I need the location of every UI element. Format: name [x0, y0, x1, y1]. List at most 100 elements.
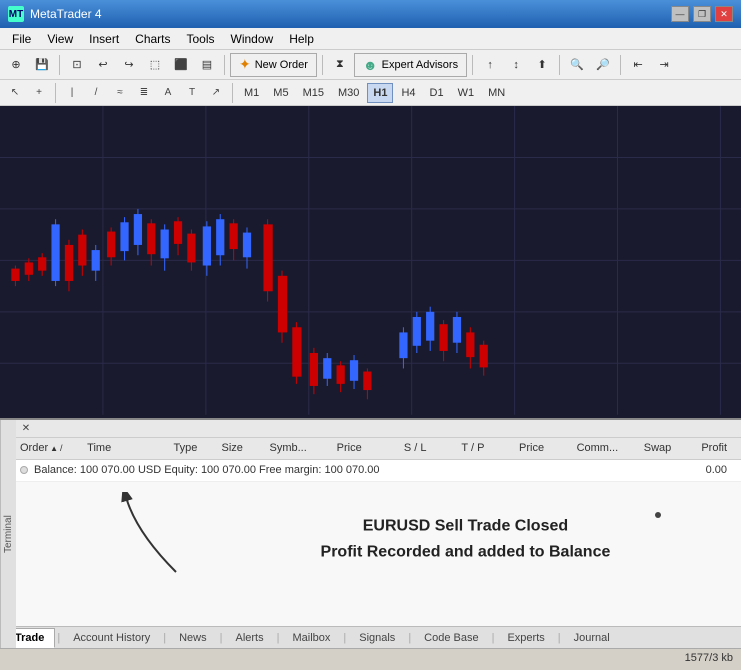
balance-text: Balance: 100 070.00 USD Equity: 100 070.… — [34, 464, 380, 476]
toolbar-btn-2[interactable]: 💾 — [30, 53, 54, 77]
toolbar-btn-10[interactable]: ↑ — [478, 53, 502, 77]
toolbar-btn-1[interactable]: ⊕ — [4, 53, 28, 77]
toolbar-btn-14[interactable]: ⇥ — [652, 53, 676, 77]
restore-button[interactable]: ❐ — [693, 6, 711, 22]
col-header-profit: Profit — [701, 442, 737, 454]
tab-experts[interactable]: Experts — [496, 628, 555, 648]
terminal-close-button[interactable]: ✕ — [20, 422, 32, 434]
expert-icon: ☻ — [363, 57, 378, 73]
table-header: Order ▲ / Time Type Size Symb... Price S… — [16, 438, 741, 460]
sort-icon: ▲ — [50, 444, 58, 453]
timeframe-mn[interactable]: MN — [482, 83, 511, 103]
timeframe-m30[interactable]: M30 — [332, 83, 365, 103]
menu-view[interactable]: View — [39, 30, 81, 48]
toolbar-drawing: ↖ + | / ≈ ≣ A T ↗ M1 M5 M15 M30 H1 H4 D1… — [0, 80, 741, 106]
timeframe-d1[interactable]: D1 — [424, 83, 450, 103]
cursor-tool[interactable]: ↖ — [4, 83, 26, 103]
candlestick-chart — [0, 106, 741, 415]
crosshair-tool[interactable]: + — [28, 83, 50, 103]
timeframe-m15[interactable]: M15 — [297, 83, 330, 103]
separator-7 — [55, 83, 56, 103]
window-controls: — ❐ ✕ — [671, 6, 733, 22]
timeframe-h4[interactable]: H4 — [395, 83, 421, 103]
timeframe-h1[interactable]: H1 — [367, 83, 393, 103]
separator-8 — [232, 83, 233, 103]
menu-file[interactable]: File — [4, 30, 39, 48]
toolbar-btn-5[interactable]: ↪ — [117, 53, 141, 77]
tab-bar: Trade | Account History | News | Alerts … — [0, 626, 741, 648]
separator-4 — [472, 55, 473, 75]
menu-insert[interactable]: Insert — [81, 30, 127, 48]
new-order-icon: ✦ — [239, 56, 251, 73]
wave-tool[interactable]: ≈ — [109, 83, 131, 103]
toolbar-btn-11[interactable]: ↕ — [504, 53, 528, 77]
status-bar: 1577/3 kb — [0, 648, 741, 668]
col-header-sl: S / L — [404, 442, 462, 454]
separator-6 — [620, 55, 621, 75]
diagonal-line-tool[interactable]: / — [85, 83, 107, 103]
app-icon: MT — [8, 6, 24, 22]
status-text: 1577/3 kb — [685, 652, 733, 664]
tab-code-base[interactable]: Code Base — [413, 628, 489, 648]
annotation-line2: Profit Recorded and added to Balance — [321, 539, 611, 565]
new-order-button[interactable]: ✦ New Order — [230, 53, 317, 77]
tab-signals[interactable]: Signals — [348, 628, 406, 648]
line-tool[interactable]: | — [61, 83, 83, 103]
toolbar-main: ⊕ 💾 ⊡ ↩ ↪ ⬚ ⬛ ▤ ✦ New Order ⧗ ☻ Expert A… — [0, 50, 741, 80]
grid-tool[interactable]: ≣ — [133, 83, 155, 103]
expert-label: Expert Advisors — [382, 59, 458, 71]
toolbar-btn-6[interactable]: ⬚ — [143, 53, 167, 77]
text-tool[interactable]: A — [157, 83, 179, 103]
arrow-tool[interactable]: ↗ — [205, 83, 227, 103]
terminal-close-bar: ✕ — [16, 420, 741, 438]
separator-2 — [224, 55, 225, 75]
bullet-dot — [655, 512, 661, 518]
toolbar-btn-9[interactable]: ⧗ — [328, 53, 352, 77]
timeframe-m5[interactable]: M5 — [267, 83, 294, 103]
col-header-swap: Swap — [644, 442, 702, 454]
col-header-order: Order ▲ / — [20, 442, 87, 454]
separator-3 — [322, 55, 323, 75]
new-order-label: New Order — [255, 59, 308, 71]
app-title: MetaTrader 4 — [30, 7, 102, 21]
minimize-button[interactable]: — — [671, 6, 689, 22]
chart-area[interactable] — [0, 106, 741, 418]
timeframe-m1[interactable]: M1 — [238, 83, 265, 103]
timeframe-w1[interactable]: W1 — [452, 83, 481, 103]
tab-mailbox[interactable]: Mailbox — [281, 628, 341, 648]
toolbar-btn-zoom-out[interactable]: 🔎 — [591, 53, 615, 77]
toolbar-btn-12[interactable]: ⬆ — [530, 53, 554, 77]
col-header-price2: Price — [519, 442, 577, 454]
balance-indicator — [20, 466, 28, 474]
expert-advisors-button[interactable]: ☻ Expert Advisors — [354, 53, 467, 77]
menu-help[interactable]: Help — [281, 30, 322, 48]
label-tool[interactable]: T — [181, 83, 203, 103]
col-header-tp: T / P — [461, 442, 519, 454]
toolbar-btn-7[interactable]: ⬛ — [169, 53, 193, 77]
toolbar-btn-4[interactable]: ↩ — [91, 53, 115, 77]
chart-and-terminal: Terminal ✕ Order ▲ / Time Type Size Symb… — [0, 106, 741, 648]
col-header-size: Size — [222, 442, 270, 454]
col-header-symbol: Symb... — [270, 442, 337, 454]
annotation-arrow-svg — [116, 492, 236, 582]
tab-journal[interactable]: Journal — [563, 628, 621, 648]
terminal-label[interactable]: Terminal — [0, 420, 16, 648]
toolbar-btn-13[interactable]: ⇤ — [626, 53, 650, 77]
tab-account-history[interactable]: Account History — [62, 628, 161, 648]
annotation-text: EURUSD Sell Trade Closed Profit Recorded… — [321, 514, 611, 565]
toolbar-btn-8[interactable]: ▤ — [195, 53, 219, 77]
menu-window[interactable]: Window — [223, 30, 282, 48]
tab-news[interactable]: News — [168, 628, 218, 648]
separator-1 — [59, 55, 60, 75]
col-header-time: Time — [87, 442, 173, 454]
menu-tools[interactable]: Tools — [179, 30, 223, 48]
menu-charts[interactable]: Charts — [127, 30, 178, 48]
tab-alerts[interactable]: Alerts — [224, 628, 274, 648]
terminal-panel: Terminal ✕ Order ▲ / Time Type Size Symb… — [0, 418, 741, 648]
profit-value: 0.00 — [706, 464, 737, 476]
toolbar-btn-zoom-in[interactable]: 🔍 — [565, 53, 589, 77]
annotation-line1: EURUSD Sell Trade Closed — [321, 514, 611, 540]
col-header-type: Type — [174, 442, 222, 454]
toolbar-btn-3[interactable]: ⊡ — [65, 53, 89, 77]
close-button[interactable]: ✕ — [715, 6, 733, 22]
